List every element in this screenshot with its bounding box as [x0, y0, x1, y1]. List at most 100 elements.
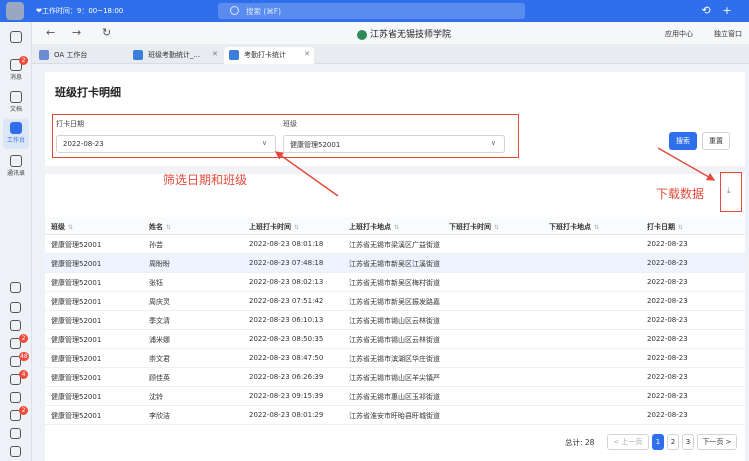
refresh-icon[interactable]: ↻ — [102, 26, 111, 39]
search-icon — [230, 6, 239, 15]
cell-clockin-time: 2022-08-23 06:26:39 — [249, 373, 324, 381]
table-row[interactable]: 健康管理52001 周盼盼 2022-08-23 07:48:18 江苏省无锡市… — [45, 254, 745, 273]
rail-label: 文档 — [9, 106, 22, 113]
pagination: 总计: 28 < 上一页 1 2 3 下一页 > — [45, 432, 745, 452]
search-button[interactable]: 搜索 — [669, 132, 697, 150]
tab-attendance-stats[interactable]: 考勤打卡统计 ✕ — [224, 47, 314, 64]
col-header-clockin-place[interactable]: 上班打卡地点 ⇅ — [349, 222, 399, 232]
table-row[interactable]: 健康管理52001 顾佳英 2022-08-23 06:26:39 江苏省无锡市… — [45, 368, 745, 387]
forward-icon[interactable]: → — [72, 26, 81, 39]
date-filter-label: 打卡日期 — [56, 120, 84, 128]
cell-date: 2022-08-23 — [647, 373, 688, 381]
cell-date: 2022-08-23 — [647, 392, 688, 400]
back-icon[interactable]: ← — [46, 26, 55, 39]
table-row[interactable]: 健康管理52001 浦米娜 2022-08-23 08:50:35 江苏省无锡市… — [45, 330, 745, 349]
cell-name: 李欣洁 — [149, 412, 170, 420]
page-button[interactable]: 1 — [652, 434, 664, 450]
approval-badge: 2 — [19, 334, 28, 343]
worktime-status: ❤工作时间：9：00~18:00 — [36, 7, 124, 15]
date-select-value: 2022-08-23 — [63, 140, 104, 148]
class-filter-label: 班级 — [283, 120, 297, 128]
table-header: 班级 ⇅ 姓名 ⇅ 上班打卡时间 ⇅ 上班打卡地点 ⇅ 下班打卡时间 ⇅ 下班打卡地点 ⇅ … — [45, 217, 745, 235]
download-icon[interactable]: ⤓ — [727, 186, 731, 196]
rail-item-contacts[interactable]: 通讯录 — [3, 152, 29, 182]
rail-item-workbench[interactable]: 工作台 — [3, 119, 29, 149]
tab-label: 考勤打卡统计 — [244, 51, 286, 59]
sort-icon: ⇅ — [68, 224, 74, 231]
main-panel: 班级打卡明细 打卡日期 2022-08-23 ∨ 班级 健康管理52001 ∨ … — [45, 72, 745, 461]
cloud-icon[interactable] — [10, 302, 21, 313]
cell-clockin-time: 2022-08-23 07:51:42 — [249, 297, 324, 305]
rail-label: 工作台 — [6, 137, 25, 144]
prev-page-button[interactable]: < 上一页 — [607, 434, 649, 450]
page-title: 班级打卡明细 — [55, 86, 121, 99]
date-select[interactable]: 2022-08-23 ∨ — [56, 135, 276, 153]
grid-icon — [10, 122, 22, 134]
calendar-icon[interactable] — [10, 320, 21, 331]
table-row[interactable]: 健康管理52001 孙芸 2022-08-23 08:01:18 江苏省无锡市梁… — [45, 235, 745, 254]
class-select[interactable]: 健康管理52001 ∨ — [283, 135, 505, 153]
cell-clockin-place: 江苏省无锡市锡山区云林街道 — [349, 317, 440, 325]
cell-date: 2022-08-23 — [647, 240, 688, 248]
next-page-button[interactable]: 下一页 > — [697, 434, 737, 450]
cell-clockin-time: 2022-08-23 08:50:35 — [249, 335, 324, 343]
tab-oa-workbench[interactable]: OA 工作台 — [34, 47, 93, 64]
col-header-name[interactable]: 姓名 ⇅ — [149, 222, 171, 232]
page-button[interactable]: 2 — [667, 434, 679, 450]
standalone-window-link[interactable]: 独立窗口 — [714, 29, 742, 39]
top-bar: ❤工作时间：9：00~18:00 搜索 (⌘F) ⟲ + — [0, 0, 749, 22]
history-icon[interactable]: ⟲ — [700, 5, 712, 17]
cell-class: 健康管理52001 — [51, 355, 102, 363]
col-header-class[interactable]: 班级 ⇅ — [51, 222, 73, 232]
avatar[interactable] — [6, 2, 24, 20]
rail-item-docs[interactable]: 文档 — [3, 88, 29, 118]
col-header-clockout-place[interactable]: 下班打卡地点 ⇅ — [549, 222, 599, 232]
text-icon[interactable] — [10, 392, 21, 403]
cell-clockin-place: 江苏省无锡市锡山区云林街道 — [349, 336, 440, 344]
school-logo-icon — [357, 29, 367, 40]
cell-clockin-time: 2022-08-23 06:10:13 — [249, 316, 324, 324]
rail-item-apps[interactable] — [3, 28, 29, 58]
close-icon[interactable]: ✕ — [304, 50, 310, 58]
nav-row: ← → ↻ 江苏省无锡技师学院 应用中心 独立窗口 — [32, 22, 749, 44]
cell-class: 健康管理52001 — [51, 412, 102, 420]
left-rail: 消息 2 文档 工作台 通讯录 2 48 4 2 — [0, 22, 32, 461]
page-button[interactable]: 3 — [682, 434, 694, 450]
cell-clockin-place: 江苏省无锡市锡山区羊尖镇严 — [349, 374, 440, 382]
table-row[interactable]: 健康管理52001 季文清 2022-08-23 06:10:13 江苏省无锡市… — [45, 311, 745, 330]
table-row[interactable]: 健康管理52001 沈铃 2022-08-23 09:15:39 江苏省无锡市惠… — [45, 387, 745, 406]
section-divider — [45, 166, 745, 174]
cell-name: 张钰 — [149, 279, 163, 287]
mail-badge: 2 — [19, 406, 28, 415]
col-header-clockin-time[interactable]: 上班打卡时间 ⇅ — [249, 222, 299, 232]
cell-date: 2022-08-23 — [647, 354, 688, 362]
table-row[interactable]: 健康管理52001 崇文君 2022-08-23 08:47:50 江苏省无锡市… — [45, 349, 745, 368]
notes-icon[interactable] — [10, 428, 21, 439]
tab-app-icon — [133, 50, 143, 60]
chevron-down-icon: ∨ — [490, 139, 496, 147]
sort-icon: ⇅ — [494, 224, 500, 231]
table-row[interactable]: 健康管理52001 周庆灵 2022-08-23 07:51:42 江苏省无锡市… — [45, 292, 745, 311]
app-center-link[interactable]: 应用中心 — [665, 29, 693, 39]
download-highlight-box: ⤓ — [720, 172, 742, 212]
sort-icon: ⇅ — [294, 224, 300, 231]
rail-item-messages[interactable]: 消息 2 — [3, 56, 29, 86]
cell-clockin-place: 江苏省无锡市新吴区振发路嘉 — [349, 298, 440, 306]
link-icon[interactable] — [10, 282, 21, 293]
class-select-value: 健康管理52001 — [290, 141, 341, 149]
col-header-clockout-time[interactable]: 下班打卡时间 ⇅ — [449, 222, 499, 232]
cell-class: 健康管理52001 — [51, 241, 102, 249]
close-icon[interactable]: ✕ — [212, 50, 218, 58]
tab-class-attendance[interactable]: 班级考勤统计_... ✕ — [128, 47, 222, 64]
app-logo-icon — [10, 31, 22, 43]
table-row[interactable]: 健康管理52001 李欣洁 2022-08-23 08:01:29 江苏省淮安市… — [45, 406, 745, 425]
col-header-date[interactable]: 打卡日期 ⇅ — [647, 222, 683, 232]
cell-class: 健康管理52001 — [51, 336, 102, 344]
add-icon[interactable]: + — [721, 5, 733, 17]
table-row[interactable]: 健康管理52001 张钰 2022-08-23 08:02:13 江苏省无锡市新… — [45, 273, 745, 292]
global-search-input[interactable]: 搜索 (⌘F) — [218, 3, 525, 19]
cell-class: 健康管理52001 — [51, 393, 102, 401]
cell-clockin-place: 江苏省无锡市新吴区江溪街道 — [349, 260, 440, 268]
box-icon[interactable] — [10, 446, 21, 457]
reset-button[interactable]: 重置 — [702, 132, 730, 150]
